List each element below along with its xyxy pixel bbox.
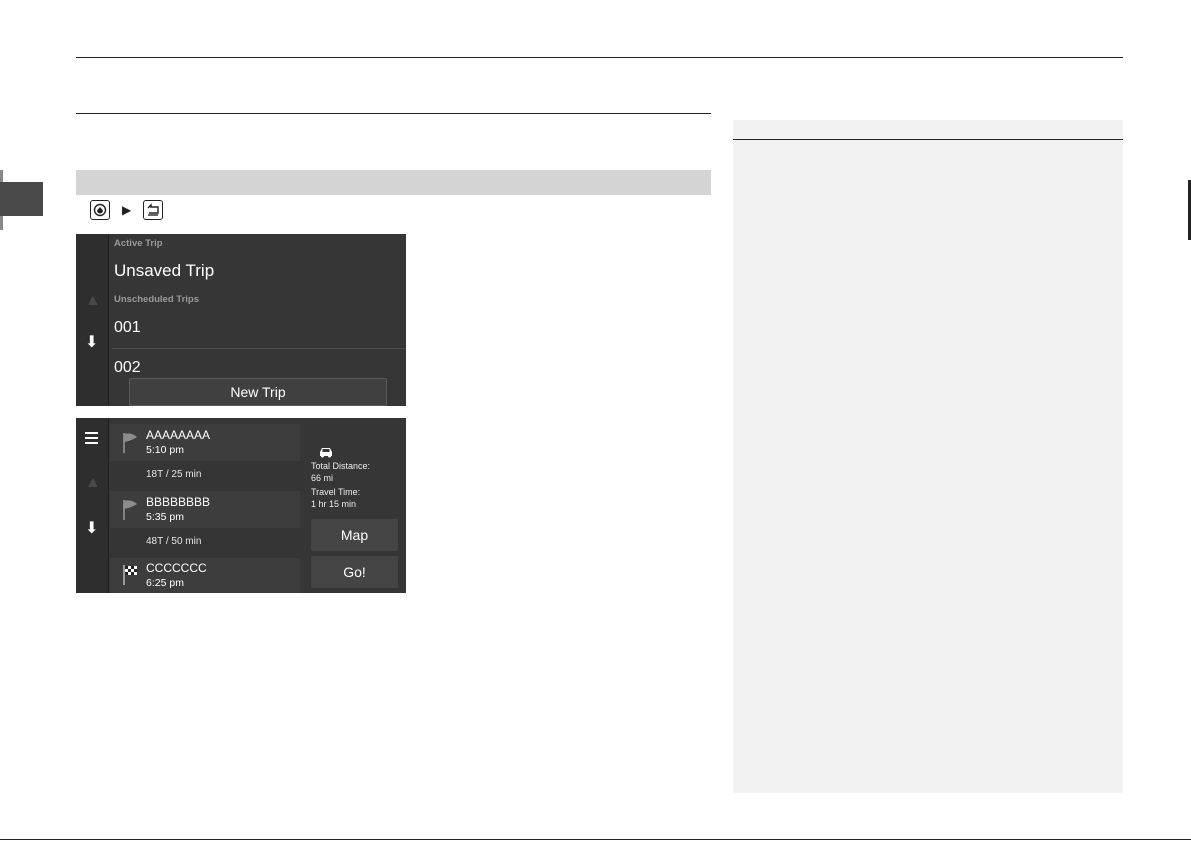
section-unscheduled-trips: Unscheduled Trips <box>114 294 199 305</box>
stop-item[interactable]: BBBBBBBB 5:35 pm <box>110 491 300 528</box>
note-panel-rule <box>733 139 1123 140</box>
travel-time-value: 1 hr 15 min <box>311 499 357 509</box>
menu-icon[interactable] <box>85 432 98 447</box>
trip-detail-screen: ▲ ⬇ AAAAAAAA 5:10 pm 18T / 25 min BBBBBB… <box>76 418 406 593</box>
trip-list-screen: ▲ ⬇ Active Trip Unsaved Trip Unscheduled… <box>76 234 406 406</box>
trip-item-002[interactable]: 002 <box>114 359 141 377</box>
scroll-down-icon[interactable]: ⬇ <box>85 332 98 352</box>
bottom-rule <box>0 839 1191 840</box>
scroll-rail: ▲ ⬇ <box>76 418 109 593</box>
flag-icon <box>123 500 137 520</box>
scroll-up-icon[interactable]: ▲ <box>85 292 101 310</box>
back-icon <box>143 200 164 220</box>
travel-time-label: Travel Time: <box>311 487 361 497</box>
list-divider <box>112 348 406 349</box>
note-panel <box>733 120 1123 793</box>
stop-item[interactable]: AAAAAAAA 5:10 pm <box>110 424 300 461</box>
home-icon <box>90 200 110 220</box>
total-distance-label: Total Distance: <box>311 461 371 471</box>
section-rule <box>76 113 711 114</box>
top-rule <box>76 57 1123 58</box>
stop-name: CCCCCCC <box>146 561 207 575</box>
new-trip-button[interactable]: New Trip <box>129 378 387 406</box>
leg-info: 18T / 25 min <box>146 469 202 480</box>
stop-time: 6:25 pm <box>146 577 184 589</box>
active-trip-item[interactable]: Unsaved Trip <box>114 261 214 281</box>
path-arrow-icon: ▶ <box>122 203 132 217</box>
stop-item[interactable]: CCCCCCC 6:25 pm <box>110 558 300 593</box>
leg-item: 48T / 50 min <box>110 528 300 558</box>
stop-time: 5:10 pm <box>146 444 184 456</box>
scroll-up-icon[interactable]: ▲ <box>85 474 101 492</box>
leg-item: 18T / 25 min <box>110 461 300 491</box>
checkered-flag-icon <box>123 565 137 585</box>
chapter-tab <box>0 182 43 216</box>
leg-info: 48T / 50 min <box>146 536 202 547</box>
map-button[interactable]: Map <box>311 519 398 551</box>
navigation-path: ▶ <box>90 198 164 222</box>
trip-item-001[interactable]: 001 <box>114 319 141 337</box>
go-button[interactable]: Go! <box>311 556 398 588</box>
trip-summary-panel: Total Distance: 66 mi Travel Time: 1 hr … <box>306 418 406 593</box>
flag-icon <box>123 433 137 453</box>
scroll-rail: ▲ ⬇ <box>76 234 109 406</box>
total-distance-value: 66 mi <box>311 473 334 483</box>
scroll-down-icon[interactable]: ⬇ <box>85 518 98 538</box>
stop-name: BBBBBBBB <box>146 495 211 509</box>
section-active-trip: Active Trip <box>114 238 163 249</box>
car-icon <box>320 448 332 458</box>
stop-time: 5:35 pm <box>146 511 184 523</box>
stop-name: AAAAAAAA <box>146 428 211 442</box>
procedure-header-band <box>76 170 711 195</box>
